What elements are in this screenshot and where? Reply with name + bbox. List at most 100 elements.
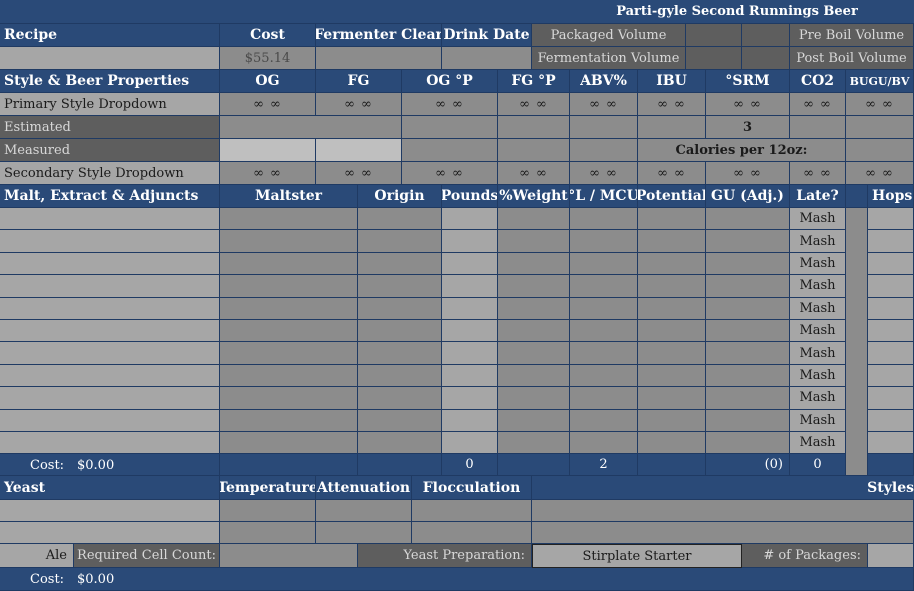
malt-col-4: °L / MCU [570, 185, 638, 208]
yeast-prep-select[interactable]: Stirplate Starter [532, 544, 742, 568]
secondary-style-value-5: ∞ ∞ [638, 162, 706, 185]
malt-name-field[interactable] [0, 342, 220, 365]
malt-cell-1[interactable] [358, 230, 442, 253]
malt-cell-2[interactable] [442, 252, 498, 276]
malt-cell-0[interactable] [220, 297, 358, 320]
primary-style-label[interactable]: Primary Style Dropdown [0, 93, 220, 116]
style-col-3: FG °P [498, 70, 570, 93]
late-select[interactable]: Mash [790, 432, 846, 455]
malt-cell-1[interactable] [358, 297, 442, 320]
malt-cell-0[interactable] [220, 208, 358, 231]
malt-cell-1[interactable] [358, 208, 442, 231]
measured-fg-field[interactable] [316, 139, 402, 162]
malt-scrollbar[interactable] [846, 208, 868, 476]
fermentation-volume-value[interactable] [686, 47, 742, 70]
malt-name-field[interactable] [0, 320, 220, 343]
yeast-type-value: Ale [0, 544, 74, 568]
estimated-label: Estimated [0, 116, 220, 139]
malt-cell-2[interactable] [442, 432, 498, 455]
malt-cell-2[interactable] [442, 208, 498, 231]
yeast-name-field[interactable] [0, 500, 220, 522]
malt-cell-2[interactable] [442, 364, 498, 388]
late-select[interactable]: Mash [790, 409, 846, 432]
malt-cell-2[interactable] [442, 387, 498, 410]
malt-cell-2[interactable] [442, 320, 498, 343]
late-select[interactable]: Mash [790, 297, 846, 320]
hops-field[interactable] [868, 297, 914, 320]
late-select[interactable]: Mash [790, 320, 846, 343]
hops-field[interactable] [868, 387, 914, 410]
malt-cell-1[interactable] [358, 364, 442, 388]
malt-cell-0[interactable] [220, 252, 358, 276]
malt-total-pounds: 0 [442, 454, 498, 476]
secondary-style-label[interactable]: Secondary Style Dropdown [0, 162, 220, 185]
drink-date-field[interactable] [442, 47, 532, 70]
packaged-volume-value[interactable] [686, 24, 742, 47]
late-select[interactable]: Mash [790, 387, 846, 410]
malt-cell-0[interactable] [220, 320, 358, 343]
packages-field[interactable] [868, 544, 914, 568]
hops-field[interactable] [868, 320, 914, 343]
malt-cell-0[interactable] [220, 230, 358, 253]
malt-name-field[interactable] [0, 387, 220, 410]
primary-style-value-3: ∞ ∞ [498, 93, 570, 116]
malt-cell-1[interactable] [358, 342, 442, 365]
yeast-temperature [220, 500, 316, 522]
packaged-volume-unit[interactable] [742, 24, 790, 47]
malt-cell-0[interactable] [220, 275, 358, 298]
malt-cell-0[interactable] [220, 342, 358, 365]
late-select[interactable]: Mash [790, 364, 846, 388]
malt-cell-1[interactable] [358, 387, 442, 410]
hops-field[interactable] [868, 364, 914, 388]
malt-cell-1[interactable] [358, 409, 442, 432]
drink-date-header: Drink Date [442, 24, 532, 47]
malt-total-hops [868, 454, 914, 476]
hops-field[interactable] [868, 342, 914, 365]
malt-name-field[interactable] [0, 297, 220, 320]
malt-col-7: Late? [790, 185, 846, 208]
late-select[interactable]: Mash [790, 208, 846, 231]
hops-field[interactable] [868, 275, 914, 298]
malt-name-field[interactable] [0, 409, 220, 432]
malt-name-field[interactable] [0, 230, 220, 253]
measured-og-p [402, 139, 498, 162]
malt-total-origin [358, 454, 442, 476]
malt-cell-1[interactable] [358, 320, 442, 343]
hops-field[interactable] [868, 432, 914, 455]
malt-name-field[interactable] [0, 432, 220, 455]
measured-og-field[interactable] [220, 139, 316, 162]
fermentation-volume-unit[interactable] [742, 47, 790, 70]
style-col-5: IBU [638, 70, 706, 93]
malt-name-field[interactable] [0, 275, 220, 298]
malt-cell-2[interactable] [442, 297, 498, 320]
malt-name-field[interactable] [0, 364, 220, 388]
hops-field[interactable] [868, 409, 914, 432]
malt-cell-5 [638, 230, 706, 253]
hops-field[interactable] [868, 208, 914, 231]
malt-cell-5 [638, 252, 706, 276]
malt-cell-0[interactable] [220, 409, 358, 432]
malt-cell-0[interactable] [220, 432, 358, 455]
malt-cell-2[interactable] [442, 342, 498, 365]
late-select[interactable]: Mash [790, 342, 846, 365]
malt-name-field[interactable] [0, 208, 220, 231]
late-select[interactable]: Mash [790, 275, 846, 298]
late-select[interactable]: Mash [790, 230, 846, 253]
malt-name-field[interactable] [0, 252, 220, 276]
malt-cell-2[interactable] [442, 230, 498, 253]
late-select[interactable]: Mash [790, 252, 846, 276]
malt-cell-1[interactable] [358, 432, 442, 455]
malt-cell-2[interactable] [442, 275, 498, 298]
malt-cell-2[interactable] [442, 409, 498, 432]
malt-cell-0[interactable] [220, 387, 358, 410]
hops-field[interactable] [868, 252, 914, 276]
malt-cell-1[interactable] [358, 252, 442, 276]
fermenter-clear-field[interactable] [316, 47, 442, 70]
hops-field[interactable] [868, 230, 914, 253]
malt-cell-0[interactable] [220, 364, 358, 388]
malt-col-0: Maltster [220, 185, 358, 208]
recipe-name-field[interactable] [0, 47, 220, 70]
malt-cell-1[interactable] [358, 275, 442, 298]
yeast-name-field[interactable] [0, 522, 220, 544]
malt-cell-5 [638, 275, 706, 298]
